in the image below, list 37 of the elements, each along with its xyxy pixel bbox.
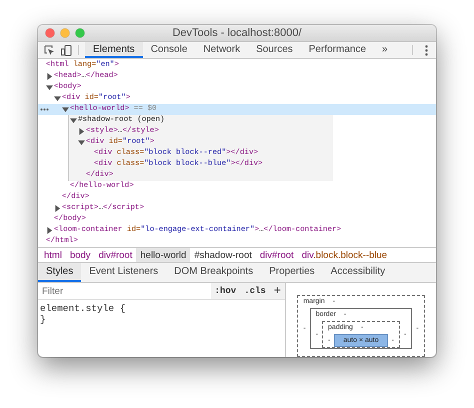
cls-button[interactable]: .cls	[244, 286, 266, 296]
breadcrumb-item[interactable]: hello-world	[136, 248, 190, 262]
triangle-down-icon[interactable]	[78, 139, 85, 146]
panel-tab[interactable]: Elements	[85, 42, 143, 58]
breadcrumb-item[interactable]: div#root	[256, 248, 298, 262]
hov-button[interactable]: :hov	[214, 286, 236, 296]
triangle-down-icon[interactable]	[46, 84, 53, 91]
panel-tab[interactable]: Sources	[248, 42, 301, 58]
breadcrumb-item[interactable]: div.block.block--blue	[298, 248, 392, 262]
style-rule-line: element.style {	[40, 303, 127, 314]
triangle-right-icon[interactable]	[54, 205, 61, 212]
style-rule-line: }	[40, 314, 47, 325]
panel-tab[interactable]: Network	[195, 42, 248, 58]
add-rule-button[interactable]: +	[274, 284, 281, 298]
panel-tab[interactable]: Console	[142, 42, 196, 58]
triangle-right-icon[interactable]	[46, 227, 53, 234]
window-title: DevTools - localhost:8000/	[171, 27, 302, 39]
sidebar-tab[interactable]: Properties	[261, 263, 323, 282]
device-icon[interactable]	[61, 44, 72, 56]
panel-tab[interactable]: Performance	[300, 42, 374, 58]
triangle-down-icon[interactable]	[70, 117, 77, 124]
breadcrumb-item[interactable]: div#root	[94, 248, 136, 262]
triangle-right-icon[interactable]	[78, 128, 85, 135]
panel-tab[interactable]: »	[374, 42, 396, 58]
triangle-down-icon[interactable]	[62, 106, 69, 113]
sidebar-tab[interactable]: Accessibility	[322, 263, 394, 282]
sidebar-tab[interactable]: Event Listeners	[81, 263, 166, 282]
breadcrumb-item[interactable]: #shadow-root	[190, 248, 256, 262]
sidebar-tab[interactable]: Styles	[38, 263, 82, 282]
sidebar-tab[interactable]: DOM Breakpoints	[166, 263, 262, 282]
breadcrumb-item[interactable]: body	[66, 248, 95, 262]
inspect-cursor-icon[interactable]	[44, 44, 55, 56]
more-vertical-icon[interactable]	[425, 44, 428, 56]
triangle-right-icon[interactable]	[46, 73, 53, 80]
dots-icon[interactable]	[40, 108, 49, 111]
breadcrumb-item[interactable]: html	[40, 248, 66, 262]
triangle-down-icon[interactable]	[54, 95, 61, 102]
